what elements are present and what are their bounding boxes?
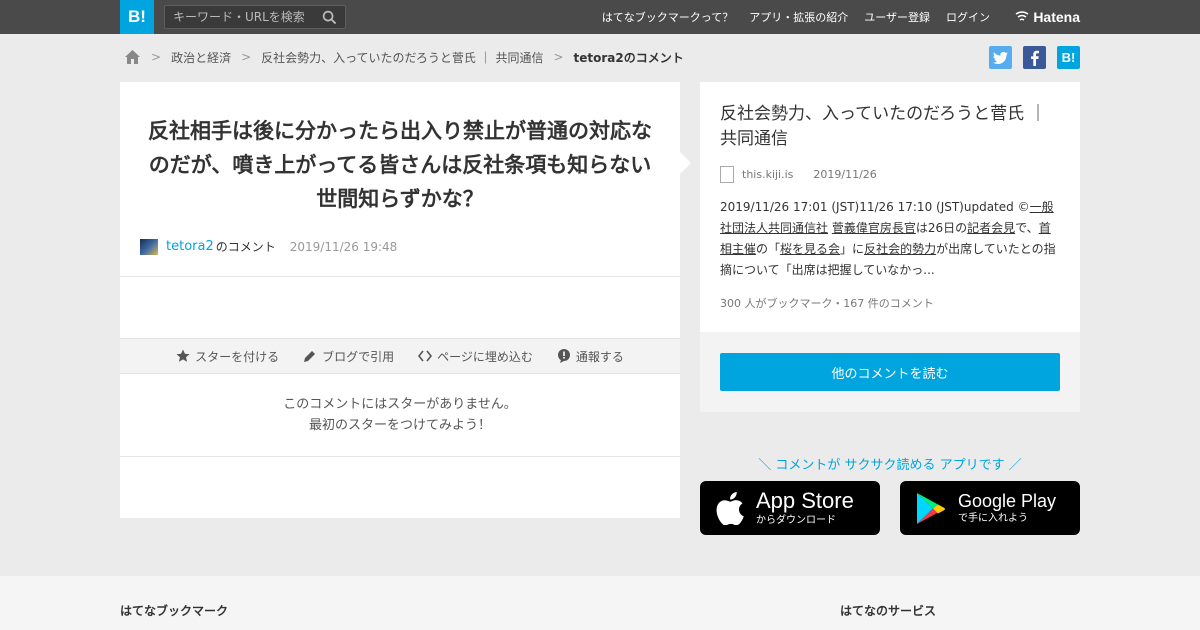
google-play-badge[interactable]: Google Play で手に入れよう: [900, 481, 1080, 535]
breadcrumb-current: tetora2のコメント: [573, 50, 684, 65]
add-star-button[interactable]: スターを付ける: [176, 348, 279, 365]
hatena-brand-link[interactable]: Hatena: [1015, 0, 1080, 34]
add-star-label: スターを付ける: [195, 349, 280, 364]
avatar[interactable]: [140, 238, 158, 255]
card-pointer: [680, 152, 691, 174]
nav-about[interactable]: はてなブックマークって？: [602, 9, 733, 25]
facebook-share-button[interactable]: [1023, 46, 1046, 69]
top-nav: はてなブックマークって？ アプリ・拡張の紹介 ユーザー登録 ログイン: [602, 0, 990, 34]
article-source: this.kiji.is 2019/11/26: [720, 166, 1060, 183]
desc-text: 」に: [840, 242, 865, 256]
no-star-line-2: 最初のスターをつけてみよう！: [308, 418, 491, 433]
app-tagline: ＼ コメントが サクサク読める アプリです ／: [758, 458, 1022, 473]
chevron-right-icon: >: [151, 50, 162, 64]
breadcrumb-article[interactable]: 反社会勢力、入っていたのだろうと菅氏 ｜ 共同通信: [261, 49, 543, 66]
search-placeholder: キーワード・URLを検索: [173, 10, 305, 24]
pencil-icon: [304, 351, 316, 362]
chevron-right-icon: >: [553, 50, 564, 64]
google-play-title: Google Play: [958, 491, 1057, 511]
comment-user-suffix: のコメント: [215, 240, 276, 254]
no-star-line-1: このコメントにはスターがありません。: [283, 397, 517, 412]
app-store-badge[interactable]: App Store からダウンロード: [700, 481, 880, 535]
footer-heading-bookmark: はてなブックマーク: [120, 604, 229, 618]
report-icon: [557, 349, 570, 363]
app-store-subtitle: からダウンロード: [756, 515, 836, 526]
desc-text: で、: [1015, 221, 1039, 235]
document-icon: [720, 166, 734, 183]
apple-icon: [716, 491, 744, 525]
report-label: 通報する: [575, 349, 624, 364]
google-play-icon: [917, 492, 945, 524]
hatena-brand-text: Hatena: [1033, 9, 1080, 25]
google-play-subtitle: で手に入れよう: [958, 513, 1028, 524]
article-description: 2019/11/26 17:01 (JST)11/26 17:10 (JST)u…: [720, 197, 1060, 281]
app-store-title: App Store: [756, 488, 854, 513]
embed-button[interactable]: ページに埋め込む: [418, 348, 533, 365]
comment-user[interactable]: tetora2: [166, 239, 214, 254]
share-buttons: B!: [989, 46, 1080, 69]
hatena-share-button[interactable]: B!: [1057, 46, 1080, 69]
embed-label: ページに埋め込む: [437, 349, 533, 364]
comment-meta: tetora2 のコメント 2019/11/26 19:48: [140, 238, 397, 255]
top-bar: B! キーワード・URLを検索 はてなブックマークって？ アプリ・拡張の紹介 ユ…: [0, 0, 1200, 34]
home-icon[interactable]: [124, 49, 141, 65]
keyword-link[interactable]: 菅義偉官房長官: [832, 221, 916, 235]
keyword-link[interactable]: 桜を見る会: [780, 242, 840, 256]
desc-text: 2019/11/26 17:01 (JST)11/26 17:10 (JST)u…: [720, 200, 1030, 214]
desc-text: の「: [756, 242, 781, 256]
report-button[interactable]: 通報する: [557, 348, 624, 365]
facebook-icon: [1031, 50, 1039, 66]
article-domain[interactable]: this.kiji.is: [742, 168, 793, 181]
blog-quote-button[interactable]: ブログで引用: [303, 348, 394, 365]
search-icon[interactable]: [322, 10, 337, 25]
nav-register[interactable]: ユーザー登録: [864, 9, 930, 25]
blog-quote-label: ブログで引用: [322, 349, 395, 364]
comment-actions: スターを付ける ブログで引用 ページに埋め込む 通報する: [120, 338, 680, 374]
nav-apps[interactable]: アプリ・拡張の紹介: [749, 9, 848, 25]
footer-heading-services: はてなのサービス: [840, 604, 937, 618]
footer: はてなブックマーク はてなのサービス: [0, 576, 1200, 630]
search-input[interactable]: キーワード・URLを検索: [164, 5, 346, 29]
bookmark-stats[interactable]: 300 人がブックマーク・167 件のコメント: [720, 295, 1060, 311]
chevron-right-icon: >: [241, 50, 252, 64]
twitter-icon: [993, 51, 1008, 64]
divider: [120, 276, 680, 277]
code-icon: [418, 350, 433, 362]
nav-login[interactable]: ログイン: [946, 9, 990, 25]
comment-date[interactable]: 2019/11/26 19:48: [290, 240, 398, 254]
no-star-message: このコメントにはスターがありません。 最初のスターをつけてみよう！: [120, 394, 680, 436]
article-title[interactable]: 反社会勢力、入っていたのだろうと菅氏 ｜ 共同通信: [720, 102, 1060, 152]
comment-text: 反社相手は後に分かったら出入り禁止が普通の対応なのだが、噴き上がってる皆さんは反…: [148, 119, 652, 211]
read-more-comments-button[interactable]: 他のコメントを読む: [720, 353, 1060, 391]
hatena-bookmark-logo[interactable]: B!: [120, 0, 154, 34]
article-date: 2019/11/26: [813, 168, 877, 181]
article-actions: 他のコメントを読む: [700, 332, 1080, 412]
keyword-link[interactable]: 反社会的勢力: [864, 242, 936, 256]
keyword-link[interactable]: 記者会見: [967, 221, 1015, 235]
comment-card: 反社相手は後に分かったら出入り禁止が普通の対応なのだが、噴き上がってる皆さんは反…: [120, 82, 680, 518]
hatena-logo-icon: [1015, 11, 1029, 21]
desc-text: は26日の: [915, 221, 968, 235]
twitter-share-button[interactable]: [989, 46, 1012, 69]
star-icon: [176, 349, 190, 362]
breadcrumb-category[interactable]: 政治と経済: [171, 49, 231, 66]
breadcrumb: > 政治と経済 > 反社会勢力、入っていたのだろうと菅氏 ｜ 共同通信 > te…: [124, 46, 684, 68]
article-panel: 反社会勢力、入っていたのだろうと菅氏 ｜ 共同通信 this.kiji.is 2…: [700, 82, 1080, 332]
divider: [120, 456, 680, 457]
